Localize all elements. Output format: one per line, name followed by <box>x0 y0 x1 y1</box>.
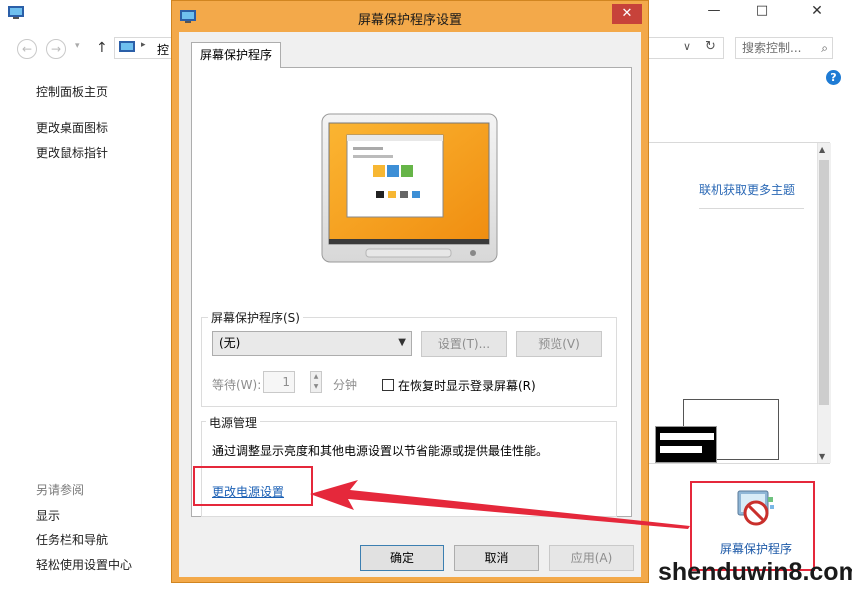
monitor-preview <box>321 113 498 265</box>
breadcrumb-chevron-icon: ▸ <box>141 40 146 50</box>
screensaver-select-value: (无) <box>219 336 241 350</box>
watermark: shenduwin8.com <box>658 558 852 586</box>
theme-divider <box>699 208 804 209</box>
help-icon[interactable]: ? <box>826 70 841 85</box>
minimize-button[interactable]: — <box>694 0 734 22</box>
wait-label: 等待(W): <box>212 378 262 392</box>
maximize-button[interactable]: □ <box>742 0 782 22</box>
breadcrumb-text[interactable]: 控 <box>157 41 169 58</box>
left-link-home[interactable]: 控制面板主页 <box>36 83 108 100</box>
up-arrow-icon[interactable]: ↑ <box>96 40 108 56</box>
screensaver-icon[interactable] <box>732 487 778 529</box>
chevron-down-icon: ▼ <box>398 337 406 348</box>
scroll-thumb[interactable] <box>819 160 829 405</box>
address-dropdown-icon[interactable]: ∨ <box>683 40 691 53</box>
power-description: 通过调整显示亮度和其他电源设置以节省能源或提供最佳性能。 <box>212 444 549 458</box>
theme-preview-dark <box>655 426 717 463</box>
dialog-title: 屏幕保护程序设置 <box>357 13 462 28</box>
scroll-up-icon[interactable]: ▲ <box>819 145 825 154</box>
screensaver-select[interactable]: (无) ▼ <box>212 331 412 356</box>
app-icon <box>8 6 24 19</box>
recent-dropdown-icon[interactable]: ▾ <box>75 41 80 51</box>
search-icon: ⌕ <box>821 41 828 55</box>
cancel-button[interactable]: 取消 <box>454 545 539 571</box>
scroll-down-icon[interactable]: ▼ <box>819 452 825 461</box>
dialog-close-button[interactable]: ✕ <box>612 4 642 24</box>
online-themes-link[interactable]: 联机获取更多主题 <box>699 181 795 198</box>
see-also-ease-of-access[interactable]: 轻松使用设置中心 <box>36 556 132 573</box>
annotation-arrow <box>310 480 690 530</box>
see-also-heading: 另请参阅 <box>36 483 85 497</box>
resume-logon-label[interactable]: 在恢复时显示登录屏幕(R) <box>398 377 536 394</box>
close-icon: ✕ <box>621 6 633 21</box>
see-also-display[interactable]: 显示 <box>36 507 60 524</box>
refresh-icon[interactable]: ↻ <box>705 39 716 54</box>
apply-button[interactable]: 应用(A) <box>549 545 634 571</box>
resume-logon-checkbox[interactable] <box>382 379 394 391</box>
wait-stepper[interactable]: ▲ ▼ <box>310 371 322 393</box>
screensaver-label[interactable]: 屏幕保护程序 <box>720 540 792 557</box>
left-link-desktop-icons[interactable]: 更改桌面图标 <box>36 119 108 136</box>
close-window-button[interactable]: ✕ <box>797 0 837 22</box>
settings-button[interactable]: 设置(T)... <box>421 331 507 357</box>
preview-bar-2 <box>660 446 702 453</box>
minutes-label: 分钟 <box>333 378 358 392</box>
power-group-label: 电源管理 <box>206 414 261 431</box>
tab-screensaver[interactable]: 屏幕保护程序 <box>191 42 281 68</box>
search-placeholder: 搜索控制... <box>742 41 802 55</box>
change-power-settings-link[interactable]: 更改电源设置 <box>212 483 284 500</box>
preview-bar-1 <box>660 433 714 440</box>
see-also-taskbar[interactable]: 任务栏和导航 <box>36 531 108 548</box>
forward-arrow-icon: → <box>50 42 62 56</box>
ok-button[interactable]: 确定 <box>360 545 444 571</box>
forward-button[interactable]: → <box>46 39 66 59</box>
back-arrow-icon: ← <box>21 42 33 56</box>
wait-minutes-input[interactable]: 1 <box>263 371 295 393</box>
control-panel-icon <box>119 41 135 54</box>
preview-button[interactable]: 预览(V) <box>516 331 602 357</box>
back-button[interactable]: ← <box>17 39 37 59</box>
search-input[interactable]: 搜索控制... ⌕ <box>735 37 833 59</box>
dialog-titlebar[interactable]: 屏幕保护程序设置 ✕ <box>172 1 648 34</box>
screensaver-group-label: 屏幕保护程序(S) <box>208 309 303 326</box>
left-link-mouse-pointer[interactable]: 更改鼠标指针 <box>36 144 108 161</box>
